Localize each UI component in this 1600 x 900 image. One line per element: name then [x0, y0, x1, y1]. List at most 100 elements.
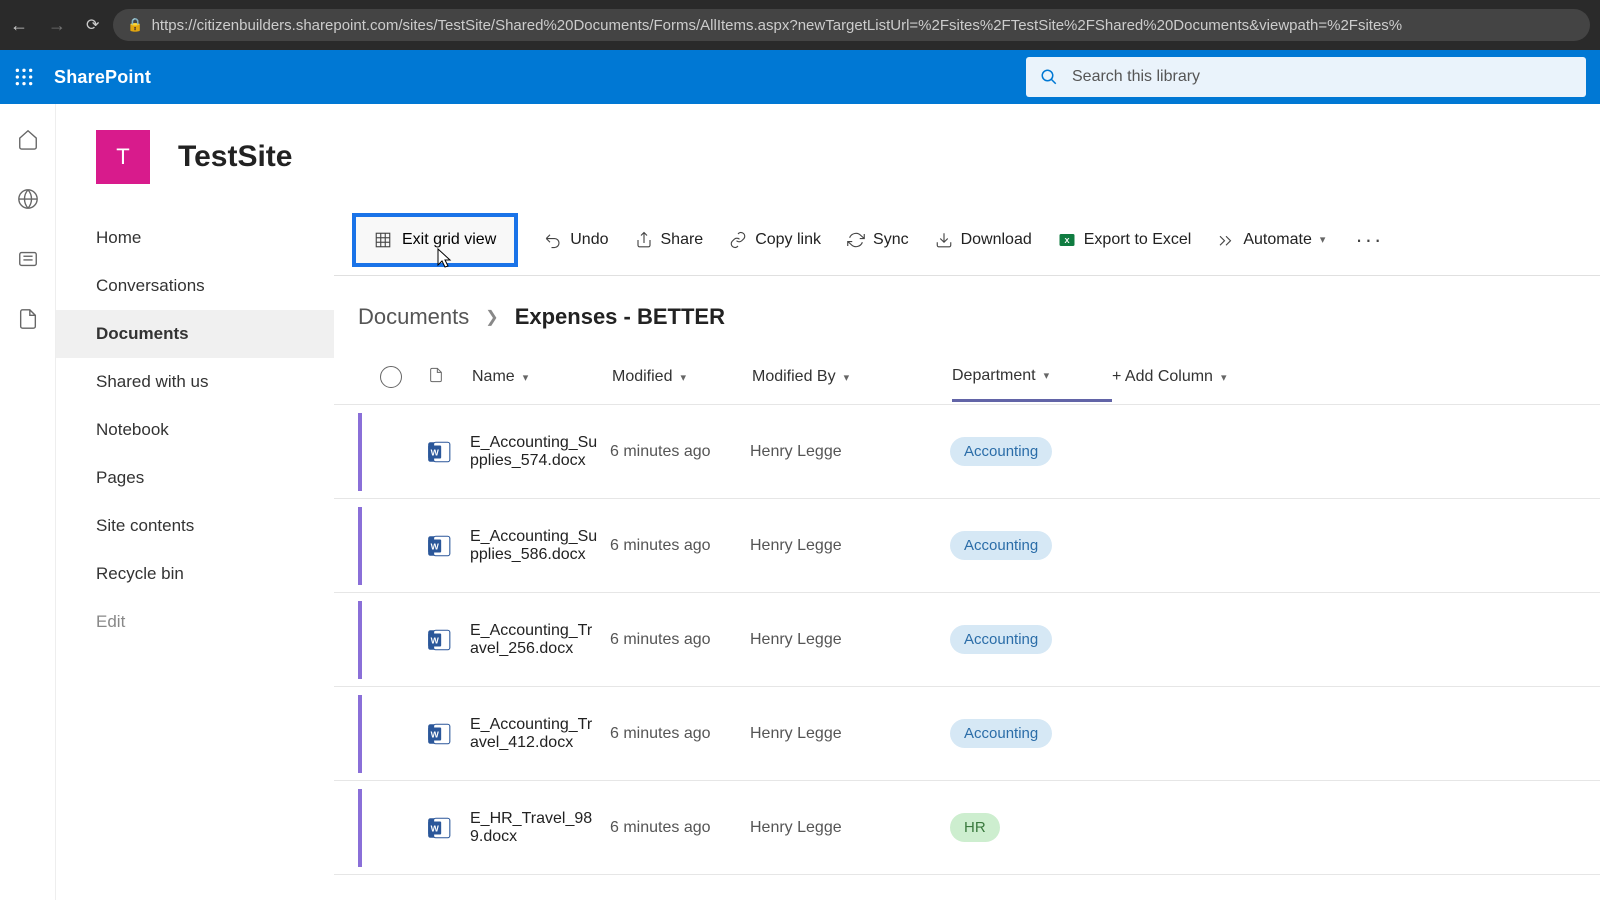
command-bar: Exit grid view Undo Share Copy link — [334, 204, 1600, 276]
site-title[interactable]: TestSite — [178, 140, 292, 174]
home-icon[interactable] — [17, 128, 39, 150]
svg-text:W: W — [431, 447, 440, 457]
nav-notebook[interactable]: Notebook — [56, 406, 334, 454]
forward-button[interactable]: → — [48, 15, 66, 36]
word-file-icon: W — [426, 815, 452, 841]
cell-modified: 6 minutes ago — [610, 631, 750, 649]
browser-chrome: ← → ⟳ 🔒 https://citizenbuilders.sharepoi… — [0, 0, 1600, 50]
copy-link-button[interactable]: Copy link — [729, 231, 821, 249]
svg-text:W: W — [431, 635, 440, 645]
word-file-icon: W — [426, 721, 452, 747]
table-row[interactable]: W E_Accounting_Supplies_586.docx 6 minut… — [334, 499, 1600, 593]
file-icon — [428, 367, 444, 383]
grid-icon — [374, 231, 392, 249]
quick-launch: Home Conversations Documents Shared with… — [56, 204, 334, 875]
share-icon — [635, 231, 653, 249]
reload-button[interactable]: ⟳ — [86, 15, 99, 35]
cell-department[interactable]: Accounting — [950, 437, 1110, 466]
nav-conversations[interactable]: Conversations — [56, 262, 334, 310]
automate-label: Automate — [1243, 231, 1311, 249]
back-button[interactable]: ← — [10, 15, 28, 36]
site-avatar[interactable]: T — [96, 130, 150, 184]
nav-documents[interactable]: Documents — [56, 310, 334, 358]
grid-header: Name▾ Modified▾ Modified By▾ Department▾… — [334, 350, 1600, 404]
search-placeholder: Search this library — [1072, 68, 1200, 86]
table-row[interactable]: W E_Accounting_Travel_412.docx 6 minutes… — [334, 687, 1600, 781]
breadcrumb-root[interactable]: Documents — [358, 304, 469, 330]
cell-department[interactable]: HR — [950, 813, 1110, 842]
table-row[interactable]: W E_Accounting_Travel_256.docx 6 minutes… — [334, 593, 1600, 687]
copy-link-label: Copy link — [755, 231, 821, 249]
column-name[interactable]: Name▾ — [472, 368, 612, 386]
svg-text:W: W — [431, 729, 440, 739]
chevron-down-icon: ▾ — [1320, 233, 1326, 246]
nav-site-contents[interactable]: Site contents — [56, 502, 334, 550]
table-row[interactable]: W E_HR_Travel_989.docx 6 minutes ago Hen… — [334, 781, 1600, 875]
nav-edit[interactable]: Edit — [56, 598, 334, 646]
department-pill: Accounting — [950, 719, 1052, 748]
svg-text:W: W — [431, 541, 440, 551]
cell-modified-by[interactable]: Henry Legge — [750, 631, 950, 649]
column-modified-by[interactable]: Modified By▾ — [752, 368, 952, 386]
sync-button[interactable]: Sync — [847, 231, 909, 249]
cell-modified: 6 minutes ago — [610, 819, 750, 837]
share-button[interactable]: Share — [635, 231, 704, 249]
cell-modified-by[interactable]: Henry Legge — [750, 537, 950, 555]
select-all-toggle[interactable] — [380, 366, 402, 388]
chevron-right-icon: ❯ — [485, 307, 498, 327]
undo-button[interactable]: Undo — [544, 231, 608, 249]
download-button[interactable]: Download — [935, 231, 1032, 249]
table-row[interactable]: W E_Accounting_Supplies_574.docx 6 minut… — [334, 405, 1600, 499]
svg-text:X: X — [1064, 236, 1069, 245]
app-name[interactable]: SharePoint — [54, 67, 151, 88]
exit-grid-view-button[interactable]: Exit grid view — [352, 213, 518, 267]
undo-label: Undo — [570, 231, 608, 249]
cell-modified: 6 minutes ago — [610, 725, 750, 743]
more-commands-button[interactable]: ··· — [1355, 227, 1383, 253]
breadcrumb: Documents ❯ Expenses - BETTER — [334, 276, 1600, 350]
automate-button[interactable]: Automate ▾ — [1217, 231, 1325, 249]
sync-icon — [847, 231, 865, 249]
address-bar[interactable]: 🔒 https://citizenbuilders.sharepoint.com… — [113, 9, 1590, 41]
department-pill: Accounting — [950, 625, 1052, 654]
suite-bar: SharePoint Search this library — [0, 50, 1600, 104]
cell-modified-by[interactable]: Henry Legge — [750, 443, 950, 461]
column-department[interactable]: Department▾ — [952, 367, 1112, 402]
cell-modified: 6 minutes ago — [610, 537, 750, 555]
cell-name[interactable]: E_Accounting_Supplies_574.docx — [470, 434, 610, 470]
cell-name[interactable]: E_Accounting_Travel_256.docx — [470, 622, 610, 658]
column-file-type[interactable] — [428, 367, 472, 388]
nav-recycle-bin[interactable]: Recycle bin — [56, 550, 334, 598]
cell-department[interactable]: Accounting — [950, 531, 1110, 560]
row-edit-indicator — [358, 507, 362, 585]
search-icon — [1040, 68, 1058, 86]
nav-pages[interactable]: Pages — [56, 454, 334, 502]
row-edit-indicator — [358, 601, 362, 679]
sync-label: Sync — [873, 231, 909, 249]
download-icon — [935, 231, 953, 249]
download-label: Download — [961, 231, 1032, 249]
add-column-button[interactable]: + Add Column▾ — [1112, 368, 1272, 386]
chevron-down-icon: ▾ — [1044, 369, 1050, 382]
column-modified[interactable]: Modified▾ — [612, 368, 752, 386]
search-box[interactable]: Search this library — [1026, 57, 1586, 97]
cell-name[interactable]: E_HR_Travel_989.docx — [470, 810, 610, 846]
row-edit-indicator — [358, 789, 362, 867]
nav-home[interactable]: Home — [56, 214, 334, 262]
cell-department[interactable]: Accounting — [950, 625, 1110, 654]
automate-icon — [1217, 231, 1235, 249]
cell-name[interactable]: E_Accounting_Supplies_586.docx — [470, 528, 610, 564]
cell-modified-by[interactable]: Henry Legge — [750, 725, 950, 743]
nav-shared-with-us[interactable]: Shared with us — [56, 358, 334, 406]
cell-department[interactable]: Accounting — [950, 719, 1110, 748]
undo-icon — [544, 231, 562, 249]
files-icon[interactable] — [17, 308, 39, 330]
cell-name[interactable]: E_Accounting_Travel_412.docx — [470, 716, 610, 752]
export-excel-button[interactable]: X Export to Excel — [1058, 231, 1192, 249]
news-icon[interactable] — [17, 248, 39, 270]
row-edit-indicator — [358, 695, 362, 773]
cell-modified-by[interactable]: Henry Legge — [750, 819, 950, 837]
cell-modified: 6 minutes ago — [610, 443, 750, 461]
app-launcher-icon[interactable] — [14, 67, 34, 87]
globe-icon[interactable] — [17, 188, 39, 210]
